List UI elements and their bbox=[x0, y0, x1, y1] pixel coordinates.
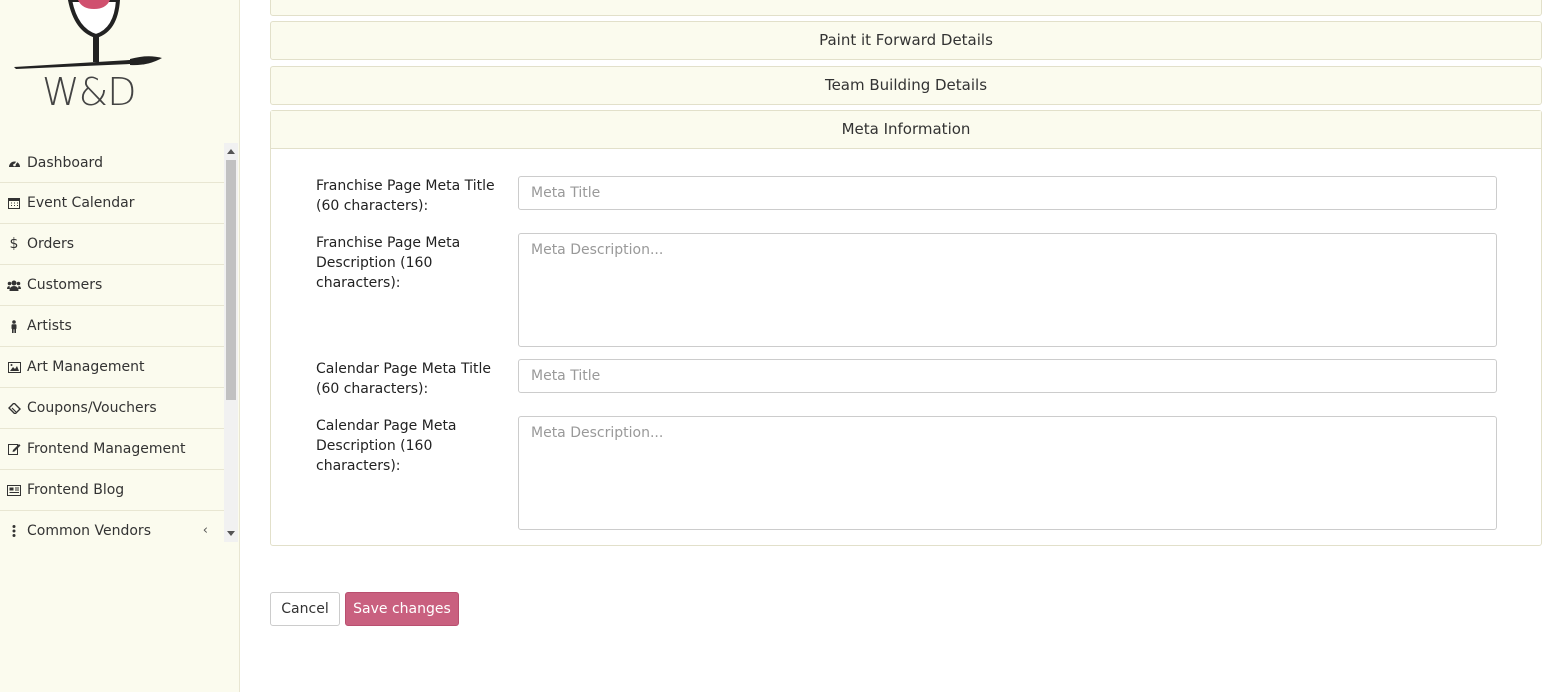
sidebar-nav: Dashboard Event Calendar $ Orders Custom… bbox=[0, 143, 224, 542]
sidebar-item-artists[interactable]: Artists bbox=[0, 306, 224, 347]
sidebar-item-event-calendar[interactable]: Event Calendar bbox=[0, 183, 224, 224]
section-header-meta-information[interactable]: Meta Information bbox=[271, 111, 1541, 149]
sidebar-item-frontend-management[interactable]: Frontend Management bbox=[0, 429, 224, 470]
collapsed-section-header[interactable] bbox=[270, 0, 1542, 16]
sidebar-item-dashboard[interactable]: Dashboard bbox=[0, 143, 224, 183]
sidebar-item-orders[interactable]: $ Orders bbox=[0, 224, 224, 265]
sidebar-item-art-management[interactable]: Art Management bbox=[0, 347, 224, 388]
sidebar-item-label: Dashboard bbox=[27, 154, 103, 171]
image-icon bbox=[6, 360, 22, 374]
users-icon bbox=[6, 278, 22, 292]
sidebar-item-label: Coupons/Vouchers bbox=[27, 400, 157, 416]
brand-logo[interactable]: W&D bbox=[0, 0, 240, 120]
calendar-meta-description-label: Calendar Page Meta Description (160 char… bbox=[316, 418, 457, 474]
sidebar-item-label: Frontend Blog bbox=[27, 482, 125, 498]
calendar-meta-title-input[interactable] bbox=[518, 359, 1497, 393]
sidebar-item-label: Frontend Management bbox=[27, 441, 186, 457]
franchise-meta-title-label: Franchise Page Meta Title (60 characters… bbox=[316, 178, 495, 214]
franchise-meta-description-textarea[interactable] bbox=[518, 233, 1497, 347]
sidebar-item-label: Orders bbox=[27, 236, 75, 252]
scroll-down-arrow-icon[interactable] bbox=[227, 531, 235, 536]
newspaper-icon bbox=[6, 483, 22, 497]
sidebar: W&D Dashboard Event Calendar $ Orders Cu… bbox=[0, 0, 240, 692]
sidebar-item-label: Common Vendors bbox=[27, 523, 151, 539]
scrollbar-thumb[interactable] bbox=[226, 160, 236, 400]
section-header-paint-it-forward[interactable]: Paint it Forward Details bbox=[270, 21, 1542, 60]
calendar-meta-description-textarea[interactable] bbox=[518, 416, 1497, 530]
logo-text: W&D bbox=[42, 70, 136, 114]
sidebar-item-label: Event Calendar bbox=[27, 195, 135, 211]
sidebar-item-frontend-blog[interactable]: Frontend Blog bbox=[0, 470, 224, 511]
dollar-icon: $ bbox=[9, 236, 19, 252]
scroll-up-arrow-icon[interactable] bbox=[227, 149, 235, 154]
vertical-ellipsis-icon bbox=[6, 524, 22, 538]
dashboard-icon bbox=[6, 156, 22, 170]
edit-icon bbox=[6, 442, 22, 456]
sidebar-item-label: Customers bbox=[27, 277, 103, 293]
sidebar-item-label: Artists bbox=[27, 318, 72, 334]
ticket-icon bbox=[6, 401, 22, 415]
chevron-left-icon[interactable]: ‹ bbox=[203, 523, 208, 538]
franchise-meta-description-label: Franchise Page Meta Description (160 cha… bbox=[316, 235, 461, 291]
meta-information-panel: Meta Information Franchise Page Meta Tit… bbox=[270, 110, 1542, 546]
calendar-meta-title-label: Calendar Page Meta Title (60 characters)… bbox=[316, 361, 491, 397]
sidebar-item-label: Art Management bbox=[27, 359, 145, 375]
sidebar-item-common-vendors[interactable]: Common Vendors ‹ bbox=[0, 511, 224, 542]
section-header-team-building[interactable]: Team Building Details bbox=[270, 66, 1542, 105]
franchise-meta-title-input[interactable] bbox=[518, 176, 1497, 210]
cancel-button[interactable]: Cancel bbox=[270, 592, 340, 626]
calendar-icon bbox=[6, 196, 22, 210]
person-icon bbox=[6, 319, 22, 333]
sidebar-item-customers[interactable]: Customers bbox=[0, 265, 224, 306]
sidebar-scrollbar[interactable] bbox=[224, 143, 238, 542]
save-changes-button[interactable]: Save changes bbox=[345, 592, 459, 626]
sidebar-item-coupons-vouchers[interactable]: Coupons/Vouchers bbox=[0, 388, 224, 429]
